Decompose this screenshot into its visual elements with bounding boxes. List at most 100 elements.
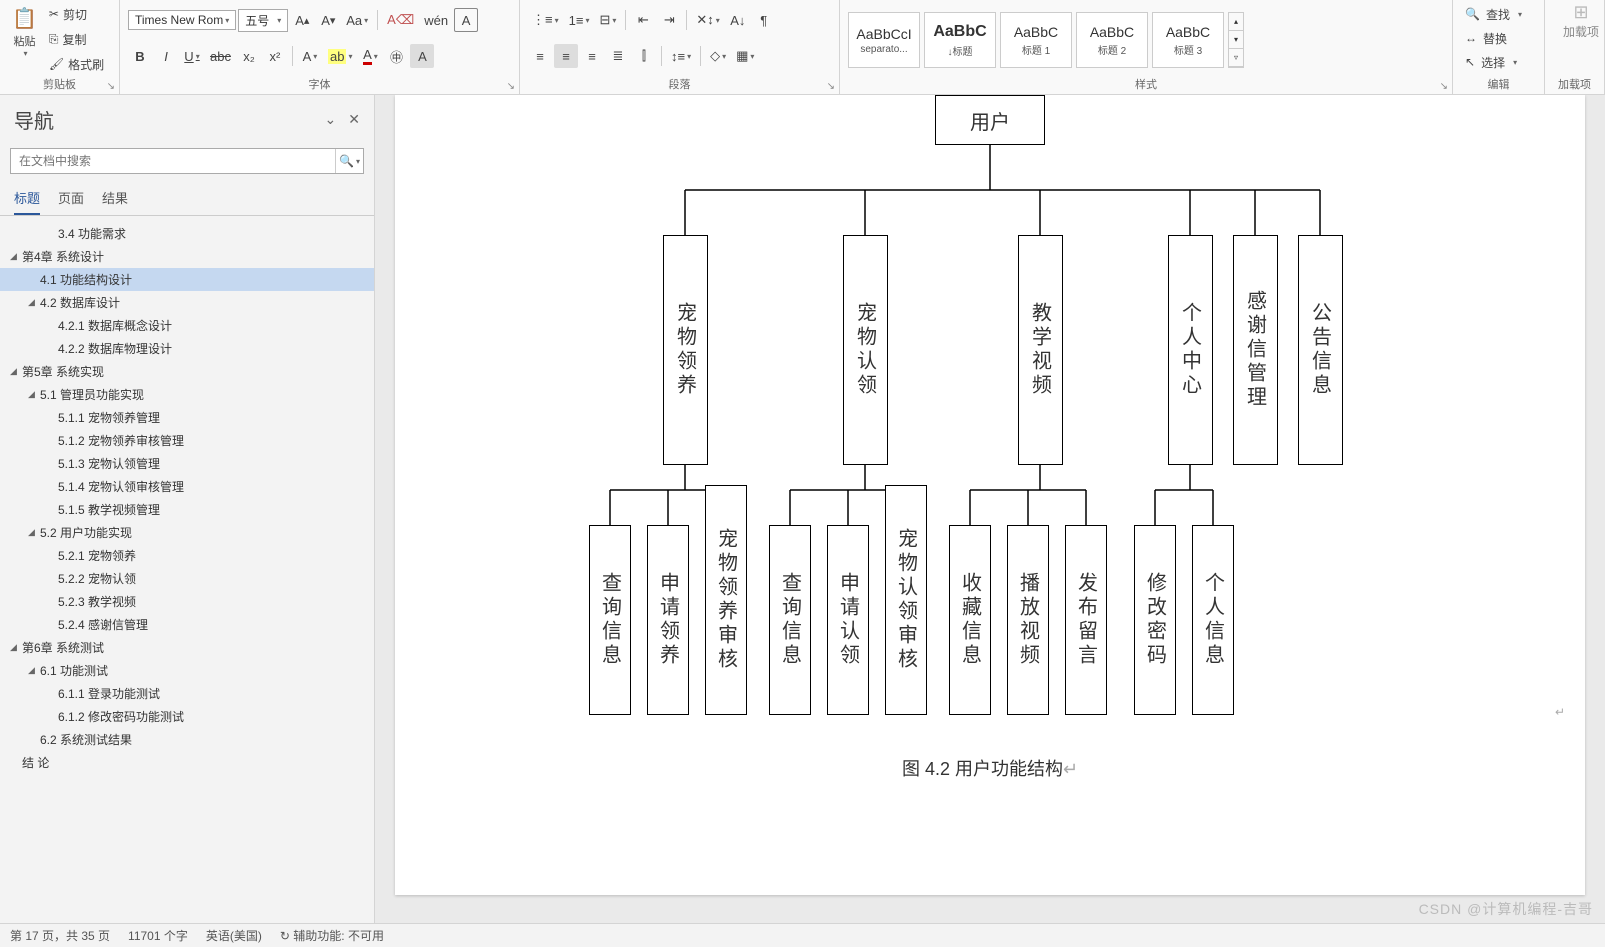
addins-button[interactable]: ⊞ 加载项 xyxy=(1553,2,1605,40)
increase-indent-button[interactable]: ⇥ xyxy=(657,8,681,32)
style-item[interactable]: AaBbCcIseparato... xyxy=(848,12,920,68)
tree-item[interactable]: 5.1.2 宠物领养审核管理 xyxy=(0,429,374,452)
close-icon[interactable]: ✕ xyxy=(348,111,360,128)
highlight-button[interactable]: ab▾ xyxy=(324,44,356,68)
justify-button[interactable]: ≣ xyxy=(606,44,630,68)
tree-item[interactable]: 5.2.3 教学视频 xyxy=(0,590,374,613)
style-item[interactable]: AaBbC标题 2 xyxy=(1076,12,1148,68)
align-right-button[interactable]: ≡ xyxy=(580,44,604,68)
numbering-button[interactable]: 1≡▾ xyxy=(565,8,594,32)
align-center-button[interactable]: ≡ xyxy=(554,44,578,68)
tree-item[interactable]: 4.2.2 数据库物理设计 xyxy=(0,337,374,360)
font-color-button[interactable]: A▾ xyxy=(358,44,382,68)
search-button[interactable]: 🔍▾ xyxy=(335,149,363,173)
tree-item[interactable]: 5.1.4 宠物认领审核管理 xyxy=(0,475,374,498)
tree-item[interactable]: 结 论 xyxy=(0,751,374,774)
search-input[interactable] xyxy=(11,149,335,173)
replace-button[interactable]: ↔替换 xyxy=(1461,26,1536,50)
expand-icon: ◢ xyxy=(10,251,22,262)
dialog-launcher-icon[interactable]: ↘ xyxy=(107,81,115,92)
style-item[interactable]: AaBbC标题 3 xyxy=(1152,12,1224,68)
font-size-select[interactable]: 五号▾ xyxy=(238,9,288,32)
grow-font-button[interactable]: A▴ xyxy=(290,8,314,32)
diagram-node: 公告信息 xyxy=(1298,235,1343,465)
cursor-icon: ↖ xyxy=(1465,55,1475,69)
tree-item[interactable]: ◢第6章 系统测试 xyxy=(0,636,374,659)
tree-item[interactable]: 5.1.3 宠物认领管理 xyxy=(0,452,374,475)
tree-item[interactable]: ◢5.2 用户功能实现 xyxy=(0,521,374,544)
group-paragraph: ⋮≡▾ 1≡▾ ⊟▾ ⇤ ⇥ ✕↕▾ A↓ ¶ ≡ ≡ ≡ ≣ ⫿ ↕≡▾ ◇▾… xyxy=(520,0,840,94)
find-button[interactable]: 🔍查找▾ xyxy=(1461,2,1536,26)
tree-item[interactable]: ◢6.1 功能测试 xyxy=(0,659,374,682)
char-shading-button[interactable]: A xyxy=(410,44,434,68)
tree-item[interactable]: 5.2.1 宠物领养 xyxy=(0,544,374,567)
bold-button[interactable]: B xyxy=(128,44,152,68)
status-language[interactable]: 英语(美国) xyxy=(206,927,262,944)
copy-button[interactable]: ⎘复制 xyxy=(45,27,108,51)
styles-scroll[interactable]: ▴▾▿ xyxy=(1228,12,1244,68)
tab-pages[interactable]: 页面 xyxy=(58,188,84,215)
font-name-select[interactable]: Times New Rom▾ xyxy=(128,10,236,30)
phonetic-guide-button[interactable]: wén xyxy=(420,8,452,32)
status-words[interactable]: 11701 个字 xyxy=(128,927,188,944)
select-button[interactable]: ↖选择▾ xyxy=(1461,50,1536,74)
show-marks-button[interactable]: ¶ xyxy=(752,8,776,32)
document-area[interactable]: 用户宠物领养宠物认领教学视频个人中心感谢信管理公告信息查询信息申请领养宠物领养审… xyxy=(375,95,1605,923)
text-effects-button[interactable]: A▾ xyxy=(298,44,322,68)
shrink-font-button[interactable]: A▾ xyxy=(316,8,340,32)
chevron-down-icon[interactable]: ⌄ xyxy=(325,111,337,128)
tree-item[interactable]: 6.1.2 修改密码功能测试 xyxy=(0,705,374,728)
status-page[interactable]: 第 17 页，共 35 页 xyxy=(10,927,110,944)
cut-button[interactable]: ✂剪切 xyxy=(45,2,108,26)
line-spacing-button[interactable]: ↕≡▾ xyxy=(667,44,695,68)
decrease-indent-button[interactable]: ⇤ xyxy=(631,8,655,32)
tree-item[interactable]: 4.1 功能结构设计 xyxy=(0,268,374,291)
shading-button[interactable]: ◇▾ xyxy=(706,44,730,68)
enclose-char-button[interactable]: ㊥ xyxy=(384,44,408,68)
multilevel-button[interactable]: ⊟▾ xyxy=(595,8,620,32)
tree-item[interactable]: 5.1.5 教学视频管理 xyxy=(0,498,374,521)
paste-button[interactable]: 📋 粘贴▾ xyxy=(8,2,41,62)
dialog-launcher-icon[interactable]: ↘ xyxy=(1440,81,1448,92)
replace-icon: ↔ xyxy=(1465,31,1477,45)
diagram-node: 查询信息 xyxy=(769,525,811,715)
text-direction-button[interactable]: ✕↕▾ xyxy=(692,8,723,32)
expand-icon: ◢ xyxy=(10,642,22,653)
bullets-button[interactable]: ⋮≡▾ xyxy=(528,8,563,32)
char-border-button[interactable]: A xyxy=(454,8,478,32)
tree-item[interactable]: 4.2.1 数据库概念设计 xyxy=(0,314,374,337)
tab-headings[interactable]: 标题 xyxy=(14,188,40,215)
tree-item[interactable]: 6.2 系统测试结果 xyxy=(0,728,374,751)
scissors-icon: ✂ xyxy=(49,7,59,21)
tree-item[interactable]: ◢第5章 系统实现 xyxy=(0,360,374,383)
clear-format-button[interactable]: A⌫ xyxy=(383,8,418,32)
borders-button[interactable]: ▦▾ xyxy=(732,44,758,68)
tree-item[interactable]: ◢5.1 管理员功能实现 xyxy=(0,383,374,406)
underline-button[interactable]: U▾ xyxy=(180,44,204,68)
tree-item[interactable]: ◢第4章 系统设计 xyxy=(0,245,374,268)
tree-item[interactable]: 5.2.4 感谢信管理 xyxy=(0,613,374,636)
diagram-node: 教学视频 xyxy=(1018,235,1063,465)
style-item[interactable]: AaBbC↓标题 xyxy=(924,12,996,68)
align-left-button[interactable]: ≡ xyxy=(528,44,552,68)
tab-results[interactable]: 结果 xyxy=(102,188,128,215)
italic-button[interactable]: I xyxy=(154,44,178,68)
style-item[interactable]: AaBbC标题 1 xyxy=(1000,12,1072,68)
superscript-button[interactable]: x² xyxy=(263,44,287,68)
dialog-launcher-icon[interactable]: ↘ xyxy=(507,81,515,92)
tree-item[interactable]: 5.1.1 宠物领养管理 xyxy=(0,406,374,429)
tree-item[interactable]: ◢4.2 数据库设计 xyxy=(0,291,374,314)
strike-button[interactable]: abc xyxy=(206,44,235,68)
change-case-button[interactable]: Aa▾ xyxy=(342,8,372,32)
expand-icon: ◢ xyxy=(28,389,40,400)
sort-button[interactable]: A↓ xyxy=(726,8,750,32)
dialog-launcher-icon[interactable]: ↘ xyxy=(827,81,835,92)
diagram-node: 查询信息 xyxy=(589,525,631,715)
status-accessibility[interactable]: ↻ 辅助功能: 不可用 xyxy=(280,927,384,944)
tree-item[interactable]: 3.4 功能需求 xyxy=(0,222,374,245)
format-painter-button[interactable]: 🖌格式刷 xyxy=(45,52,108,76)
tree-item[interactable]: 6.1.1 登录功能测试 xyxy=(0,682,374,705)
distribute-button[interactable]: ⫿ xyxy=(632,44,656,68)
subscript-button[interactable]: x₂ xyxy=(237,44,261,68)
tree-item[interactable]: 5.2.2 宠物认领 xyxy=(0,567,374,590)
